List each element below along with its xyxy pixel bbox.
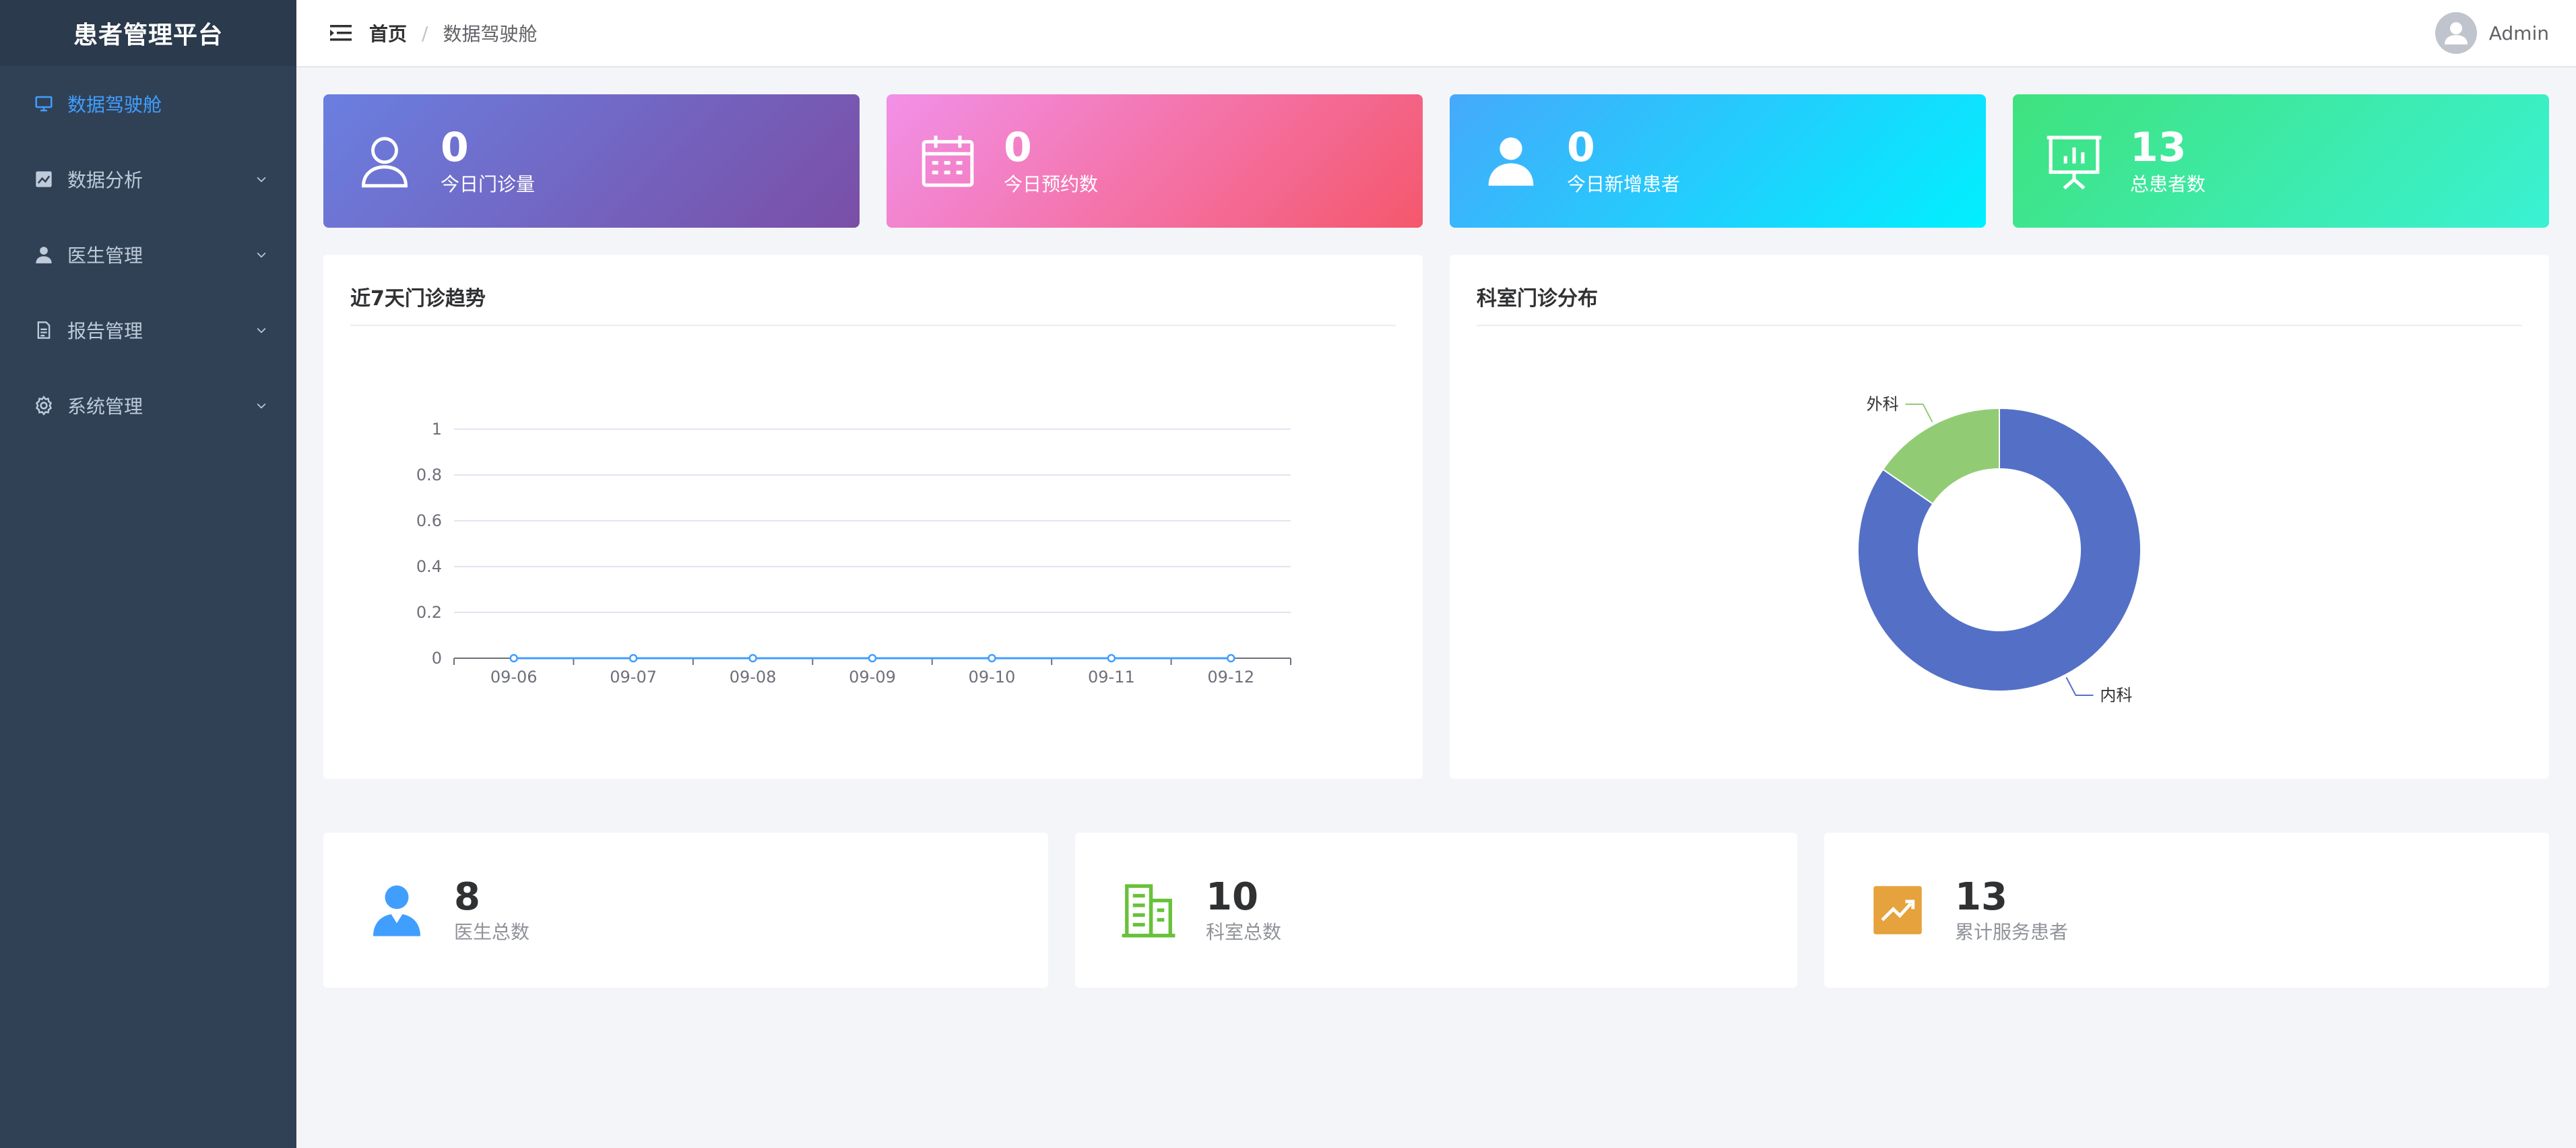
document-icon: [32, 319, 55, 342]
calendar-icon: [916, 129, 979, 193]
sidebar-item-label: 报告管理: [67, 320, 143, 342]
stat-card-total-patients[interactable]: 13 总患者数: [2013, 94, 2549, 228]
x-tick-label: 09-09: [849, 668, 896, 687]
sidebar-item-label: 医生管理: [67, 245, 143, 267]
stat-label: 今日预约数: [1004, 173, 1099, 195]
breadcrumb-home[interactable]: 首页: [369, 20, 407, 46]
pie-label: 内科: [2100, 686, 2132, 705]
info-label: 科室总数: [1206, 921, 1282, 943]
info-label: 累计服务患者: [1955, 921, 2069, 943]
sidebar-item-label: 数据分析: [67, 169, 143, 191]
data-point: [748, 653, 757, 663]
user-outline-icon: [353, 129, 416, 193]
stat-card-today-visits[interactable]: 0 今日门诊量: [323, 94, 860, 228]
department-distribution-panel: 科室门诊分布 内科 外科: [1450, 255, 2549, 779]
breadcrumb-current: 数据驾驶舱: [443, 23, 538, 45]
gear-icon: [32, 394, 55, 417]
stat-value: 0: [1567, 124, 1595, 171]
x-tick-label: 09-12: [1207, 668, 1254, 687]
avatar[interactable]: [2435, 12, 2477, 54]
stat-label: 总患者数: [2130, 173, 2206, 195]
info-value: 8: [454, 875, 480, 919]
sidebar-item-system[interactable]: 系统管理: [0, 368, 296, 443]
data-point: [509, 653, 518, 663]
visit-trend-panel: 近7天门诊趋势 0 0.2 0.4 0.6 0.8 1 09-06 09-07 09-08 09-…: [323, 255, 1423, 779]
sidebar: 患者管理平台 数据驾驶舱 数据分析 医生管理 报告管理 系统管理: [0, 0, 296, 1148]
pie-label: 外科: [1867, 395, 1899, 414]
info-label: 医生总数: [454, 921, 530, 943]
data-point: [629, 653, 638, 663]
sidebar-item-analysis[interactable]: 数据分析: [0, 141, 296, 217]
stat-value: 0: [441, 124, 469, 171]
info-card-doctors[interactable]: 8 医生总数: [323, 833, 1048, 988]
menu-fold-icon[interactable]: [326, 18, 356, 48]
user-menu[interactable]: Admin: [2435, 12, 2549, 54]
sidebar-item-label: 系统管理: [67, 395, 143, 418]
x-tick-label: 09-11: [1088, 668, 1135, 687]
y-tick-label: 0.4: [416, 557, 442, 576]
sidebar-item-label: 数据驾驶舱: [67, 94, 162, 116]
monitor-icon: [32, 92, 55, 115]
stat-card-today-appointments[interactable]: 0 今日预约数: [887, 94, 1423, 228]
sidebar-item-reports[interactable]: 报告管理: [0, 292, 296, 368]
sidebar-item-doctors[interactable]: 医生管理: [0, 217, 296, 292]
stat-label: 今日新增患者: [1567, 173, 1681, 195]
y-tick-label: 1: [432, 420, 442, 439]
sidebar-item-cockpit[interactable]: 数据驾驶舱: [0, 66, 296, 141]
username: Admin: [2488, 22, 2549, 44]
stat-card-new-patients[interactable]: 0 今日新增患者: [1450, 94, 1986, 228]
x-tick-label: 09-06: [490, 668, 538, 687]
data-point: [1227, 653, 1235, 663]
user-solid-icon: [1479, 129, 1543, 193]
info-card-departments[interactable]: 10 科室总数: [1075, 833, 1797, 988]
stat-value: 0: [1004, 124, 1032, 171]
presentation-board-icon: [2042, 129, 2106, 193]
stat-label: 今日门诊量: [441, 173, 536, 195]
chevron-down-icon: [253, 247, 269, 263]
donut-chart: 内科 外科: [1857, 395, 2142, 705]
chart-icon: [32, 168, 55, 191]
pie-label-line: [2065, 677, 2094, 697]
breadcrumb-separator: /: [422, 22, 428, 44]
doctor-icon: [366, 880, 427, 940]
trend-up-icon: [1867, 880, 1928, 940]
x-tick-label: 09-10: [969, 668, 1016, 687]
x-tick-label: 09-07: [610, 668, 657, 687]
chevron-down-icon: [253, 322, 269, 338]
y-tick-label: 0.2: [416, 603, 442, 622]
pie-label-line: [1905, 403, 1933, 422]
data-point: [1107, 653, 1116, 663]
breadcrumb: 首页 / 数据驾驶舱: [369, 20, 537, 46]
y-tick-label: 0.8: [416, 466, 442, 484]
info-value: 13: [1955, 875, 2007, 919]
y-tick-label: 0: [432, 649, 442, 668]
brand-title: 患者管理平台: [0, 0, 296, 66]
info-card-served-patients[interactable]: 13 累计服务患者: [1824, 833, 2549, 988]
data-point: [988, 653, 996, 663]
building-icon: [1118, 880, 1179, 940]
x-tick-label: 09-08: [730, 668, 777, 687]
stat-value: 13: [2130, 124, 2187, 171]
chevron-down-icon: [253, 397, 269, 414]
info-value: 10: [1206, 875, 1258, 919]
top-header: 首页 / 数据驾驶舱 Admin: [296, 0, 2576, 67]
y-tick-label: 0.6: [416, 511, 442, 530]
data-point: [868, 653, 877, 663]
line-chart: 0 0.2 0.4 0.6 0.8 1 09-06 09-07 09-08 09-09 09-10 0…: [416, 420, 1291, 687]
user-icon: [32, 243, 55, 266]
chevron-down-icon: [253, 171, 269, 187]
